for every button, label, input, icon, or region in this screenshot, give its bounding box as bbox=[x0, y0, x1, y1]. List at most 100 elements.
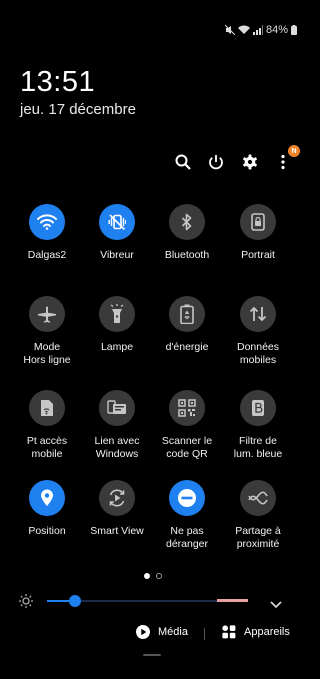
bottom-actions: Média Appareils bbox=[0, 625, 305, 643]
tile-label: Mode Hors ligne bbox=[23, 341, 71, 366]
tile-hotspot[interactable]: Pt accès mobile bbox=[9, 390, 85, 460]
quick-panel-actions: N bbox=[0, 145, 305, 172]
tile-smart-view[interactable]: Smart View bbox=[79, 480, 155, 538]
power-button[interactable] bbox=[206, 152, 226, 172]
devices-button[interactable]: Appareils bbox=[222, 625, 290, 639]
brightness-slider[interactable] bbox=[47, 595, 248, 607]
tile-label: Bluetooth bbox=[164, 249, 210, 261]
mobile-data-icon bbox=[249, 306, 267, 322]
tile-link-windows[interactable]: Lien avec Windows bbox=[79, 390, 155, 460]
brightness-control bbox=[0, 592, 305, 610]
battery-percent: 84% bbox=[265, 24, 288, 36]
tile-label: Lampe bbox=[100, 341, 134, 353]
smart-view-icon bbox=[109, 489, 125, 507]
status-bar: 84% bbox=[224, 24, 297, 36]
link-windows-icon bbox=[107, 400, 126, 414]
tile-flashlight-toggle[interactable] bbox=[99, 296, 135, 332]
page-indicator bbox=[0, 573, 305, 579]
tile-wifi-toggle[interactable] bbox=[29, 204, 65, 240]
tile-airplane[interactable]: Mode Hors ligne bbox=[9, 296, 85, 366]
tile-label: Position bbox=[28, 525, 66, 537]
tile-vibrate[interactable]: Vibreur bbox=[79, 204, 155, 262]
devices-grid-icon bbox=[222, 625, 236, 639]
nearby-share-icon bbox=[248, 491, 268, 505]
media-label: Média bbox=[158, 626, 188, 638]
tile-label: Pt accès mobile bbox=[26, 435, 68, 460]
tile-portrait-toggle[interactable] bbox=[240, 204, 276, 240]
brightness-icon bbox=[19, 594, 33, 613]
tile-link-windows-toggle[interactable] bbox=[99, 390, 135, 426]
tile-vibrate-toggle[interactable] bbox=[99, 204, 135, 240]
tile-nearby-share[interactable]: Partage à proximité bbox=[220, 480, 296, 550]
signal-icon bbox=[252, 25, 263, 35]
page-dot[interactable] bbox=[155, 573, 162, 579]
tile-qr-scanner-toggle[interactable] bbox=[169, 390, 205, 426]
expand-chevron-icon[interactable] bbox=[270, 596, 282, 614]
power-icon bbox=[209, 155, 223, 170]
more-vert-icon bbox=[281, 154, 285, 170]
clock-date[interactable]: jeu. 17 décembre bbox=[20, 101, 136, 118]
tile-label: Lien avec Windows bbox=[94, 435, 140, 460]
tile-label: d'énergie bbox=[165, 341, 209, 353]
qr-icon bbox=[178, 399, 196, 417]
wifi-status-icon bbox=[237, 25, 250, 35]
tile-mobile-data-toggle[interactable] bbox=[240, 296, 276, 332]
tile-qr-scanner[interactable]: Scanner le code QR bbox=[149, 390, 225, 460]
gear-icon bbox=[243, 154, 257, 170]
tile-label: Partage à proximité bbox=[235, 525, 281, 550]
clock-time[interactable]: 13:51 bbox=[20, 66, 95, 99]
panel-handle[interactable] bbox=[143, 654, 161, 656]
tile-battery-saver[interactable]: d'énergie bbox=[149, 296, 225, 354]
portrait-lock-icon bbox=[251, 213, 265, 231]
tile-battery-saver-toggle[interactable] bbox=[169, 296, 205, 332]
tile-blue-light-toggle[interactable] bbox=[240, 390, 276, 426]
page-dot-current[interactable] bbox=[143, 573, 150, 579]
devices-label: Appareils bbox=[244, 626, 290, 638]
brightness-thumb[interactable] bbox=[69, 595, 82, 607]
brightness-limit-segment bbox=[217, 599, 248, 602]
blue-light-icon bbox=[252, 400, 264, 416]
mute-icon bbox=[224, 25, 235, 35]
tile-flashlight[interactable]: Lampe bbox=[79, 296, 155, 354]
tile-portrait[interactable]: Portrait bbox=[220, 204, 296, 262]
search-icon bbox=[175, 154, 191, 170]
search-button[interactable] bbox=[173, 152, 193, 172]
tile-bluetooth-toggle[interactable] bbox=[169, 204, 205, 240]
tile-dnd-toggle[interactable] bbox=[169, 480, 205, 516]
wifi-icon bbox=[37, 214, 57, 230]
tile-label: Filtre de lum. bleue bbox=[233, 435, 283, 460]
tile-label: Smart View bbox=[90, 525, 144, 537]
battery-saver-icon bbox=[180, 304, 194, 324]
dnd-icon bbox=[178, 489, 196, 507]
vibrate-icon bbox=[108, 214, 126, 231]
tile-airplane-toggle[interactable] bbox=[29, 296, 65, 332]
settings-button[interactable] bbox=[240, 152, 260, 172]
tile-smart-view-toggle[interactable] bbox=[99, 480, 135, 516]
tile-dnd[interactable]: Ne pas déranger bbox=[149, 480, 225, 550]
tile-location[interactable]: Position bbox=[9, 480, 85, 538]
tile-mobile-data[interactable]: Données mobiles bbox=[220, 296, 296, 366]
tile-wifi[interactable]: Dalgas2 bbox=[9, 204, 85, 262]
bluetooth-icon bbox=[181, 213, 192, 231]
tile-label: Scanner le code QR bbox=[161, 435, 213, 460]
tile-location-toggle[interactable] bbox=[29, 480, 65, 516]
media-button[interactable]: Média bbox=[136, 625, 188, 639]
divider bbox=[204, 628, 205, 640]
tile-label: Portrait bbox=[241, 249, 275, 261]
tile-blue-light[interactable]: Filtre de lum. bleue bbox=[220, 390, 296, 460]
tile-label: Ne pas déranger bbox=[165, 525, 209, 550]
tile-nearby-share-toggle[interactable] bbox=[240, 480, 276, 516]
play-circle-icon bbox=[136, 625, 150, 639]
tile-label: Vibreur bbox=[100, 249, 134, 261]
tile-label: Dalgas2 bbox=[27, 249, 67, 261]
notification-badge: N bbox=[288, 145, 300, 157]
flashlight-icon bbox=[110, 304, 124, 323]
battery-icon bbox=[291, 25, 297, 35]
tile-hotspot-toggle[interactable] bbox=[29, 390, 65, 426]
airplane-icon bbox=[38, 306, 56, 323]
hotspot-icon bbox=[41, 400, 53, 416]
more-options-button[interactable]: N bbox=[273, 145, 300, 172]
tile-label: Données mobiles bbox=[236, 341, 280, 366]
location-icon bbox=[41, 489, 53, 506]
tile-bluetooth[interactable]: Bluetooth bbox=[149, 204, 225, 262]
